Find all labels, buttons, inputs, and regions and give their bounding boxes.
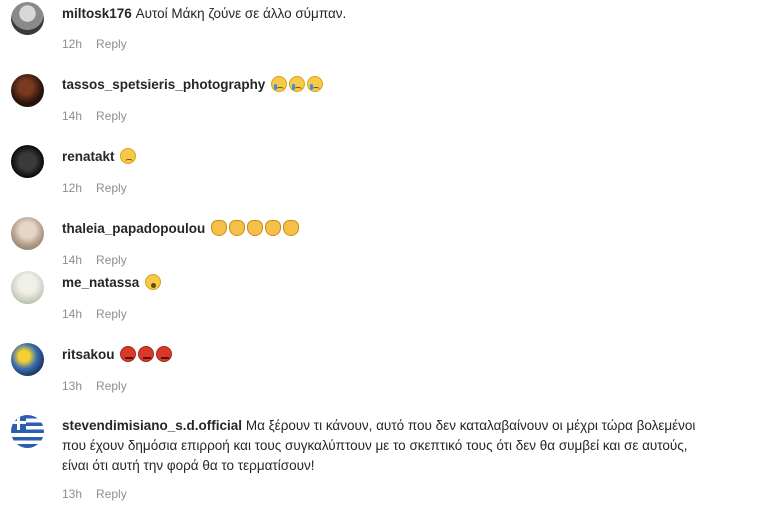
reply-button[interactable]: Reply: [96, 109, 127, 123]
comment-username[interactable]: thaleia_papadopoulou: [62, 221, 205, 236]
comment-text-line: που έχουν δημόσια επιρροή και τους συγκα…: [62, 438, 688, 453]
reply-button[interactable]: Reply: [96, 487, 127, 501]
angry-face-icon: [156, 346, 173, 362]
comment-timestamp: 14h: [62, 253, 83, 267]
avatar[interactable]: [11, 2, 44, 35]
comment-timestamp: 13h: [62, 379, 83, 393]
astonished-face-icon: [145, 274, 162, 290]
angry-face-icon: [120, 346, 137, 362]
comment-username[interactable]: ritsakou: [62, 347, 115, 362]
reply-button[interactable]: Reply: [96, 379, 127, 393]
reply-button[interactable]: Reply: [96, 37, 127, 51]
comment-text-line: Μα ξέρουν τι κάνουν, αυτό που δεν καταλα…: [245, 418, 696, 433]
comment-username[interactable]: miltosk176: [62, 6, 132, 21]
comment-timestamp: 12h: [62, 37, 83, 51]
crying-face-icon: [289, 76, 306, 92]
avatar[interactable]: [11, 74, 44, 107]
comment-text: Αυτοί Μάκη ζούνε σε άλλο σύμπαν.: [135, 6, 347, 21]
comment-username[interactable]: tassos_spetsieris_photography: [62, 77, 265, 92]
clapping-hands-icon: [265, 220, 282, 236]
avatar[interactable]: [11, 145, 44, 178]
reply-button[interactable]: Reply: [96, 253, 127, 267]
clapping-hands-icon: [229, 220, 246, 236]
comment-timestamp: 14h: [62, 109, 83, 123]
avatar[interactable]: [11, 217, 44, 250]
comment-username[interactable]: stevendimisiano_s.d.official: [62, 418, 242, 433]
comment-text-line: είναι ότι αυτή την φορά θα το τερματίσου…: [62, 458, 315, 473]
comment-timestamp: 13h: [62, 487, 83, 501]
clapping-hands-icon: [211, 220, 228, 236]
crying-face-icon: [271, 76, 288, 92]
avatar[interactable]: [11, 415, 44, 448]
comment-timestamp: 12h: [62, 181, 83, 195]
clapping-hands-icon: [283, 220, 300, 236]
clapping-hands-icon: [247, 220, 264, 236]
flag-cross-icon: [11, 415, 26, 430]
comment-username[interactable]: me_natassa: [62, 275, 139, 290]
angry-face-icon: [138, 346, 155, 362]
comment-timestamp: 14h: [62, 307, 83, 321]
sad-face-icon: [120, 148, 137, 164]
comment-username[interactable]: renatakt: [62, 149, 115, 164]
avatar[interactable]: [11, 271, 44, 304]
reply-button[interactable]: Reply: [96, 181, 127, 195]
avatar[interactable]: [11, 343, 44, 376]
reply-button[interactable]: Reply: [96, 307, 127, 321]
crying-face-icon: [307, 76, 324, 92]
